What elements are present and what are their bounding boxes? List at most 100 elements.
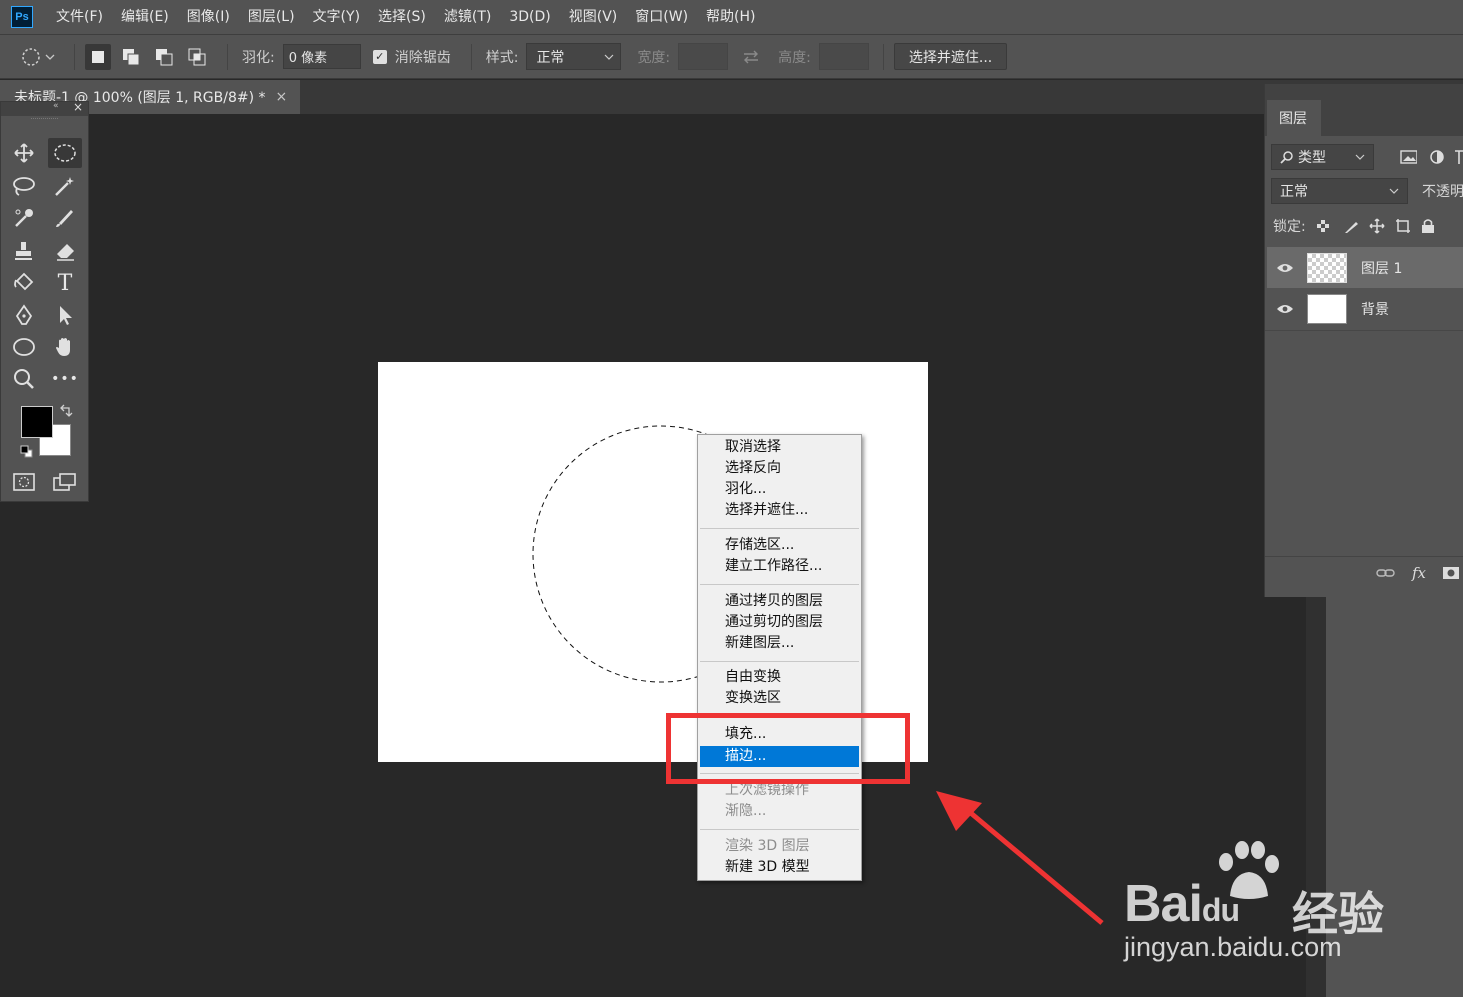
subtract-from-selection-button[interactable]	[151, 44, 177, 70]
menu-type[interactable]: 文字(Y)	[304, 0, 369, 34]
lasso-icon	[13, 177, 35, 196]
chevron-down-icon	[605, 54, 614, 60]
menu-item-layer-via-cut[interactable]: 通过剪切的图层	[700, 612, 859, 633]
menu-item-new-layer[interactable]: 新建图层...	[700, 633, 859, 654]
layer-name[interactable]: 图层 1	[1361, 258, 1402, 278]
menu-item-new-3d-extrusion[interactable]: 新建 3D 模型	[700, 857, 859, 878]
menu-item-free-transform[interactable]: 自由变换	[700, 667, 859, 688]
menu-item-transform-selection[interactable]: 变换选区	[700, 688, 859, 709]
layer-filter-row: 类型	[1265, 144, 1463, 170]
visibility-toggle[interactable]	[1267, 262, 1303, 274]
add-to-selection-button[interactable]	[118, 44, 144, 70]
visibility-toggle[interactable]	[1267, 303, 1303, 315]
menu-help[interactable]: 帮助(H)	[697, 0, 764, 34]
close-panel-icon[interactable]: ×	[73, 100, 83, 114]
baidu-jingyan-watermark: Baidu 经验 jingyan.baidu.com	[1120, 840, 1420, 990]
screen-mode-icon	[53, 473, 76, 491]
ellipse-tool[interactable]	[7, 332, 41, 362]
tools-panel-header: « ×	[1, 100, 88, 116]
menu-window[interactable]: 窗口(W)	[626, 0, 697, 34]
default-colors-icon	[20, 445, 33, 458]
path-selection-tool[interactable]	[48, 300, 82, 330]
pen-tool[interactable]	[7, 300, 41, 330]
menu-item-save-selection[interactable]: 存储选区...	[700, 535, 859, 556]
chevron-down-icon	[1389, 188, 1399, 194]
filter-kind-select[interactable]: 类型	[1271, 144, 1374, 170]
lasso-tool[interactable]	[7, 171, 41, 201]
divider	[882, 43, 884, 70]
brush-tool[interactable]	[48, 203, 82, 233]
filter-kind-label: 类型	[1298, 150, 1326, 166]
menu-view[interactable]: 视图(V)	[560, 0, 627, 34]
feather-input[interactable]: 0 像素	[282, 44, 361, 69]
menu-item-fade: 渐隐...	[725, 803, 767, 819]
more-tools-icon[interactable]: •••	[48, 364, 82, 394]
height-input[interactable]	[818, 43, 869, 70]
select-and-mask-button[interactable]: 选择并遮住...	[893, 43, 1008, 70]
stamp-icon	[15, 242, 32, 260]
menu-item-select-inverse[interactable]: 选择反向	[700, 458, 859, 479]
menu-item-feather[interactable]: 羽化...	[700, 479, 859, 500]
add-selection-icon	[123, 48, 140, 65]
close-tab-icon[interactable]: ×	[276, 89, 288, 105]
clone-stamp-tool[interactable]	[7, 236, 41, 266]
width-label: 宽度:	[637, 49, 671, 66]
hand-tool[interactable]	[48, 332, 82, 362]
new-selection-button[interactable]	[85, 43, 111, 70]
layer-row-layer1[interactable]: 图层 1	[1267, 247, 1463, 288]
menu-layer[interactable]: 图层(L)	[239, 0, 304, 34]
width-input[interactable]	[678, 43, 729, 70]
screen-mode-button[interactable]	[48, 467, 82, 497]
menu-file[interactable]: 文件(F)	[47, 0, 112, 34]
watermark-url: jingyan.baidu.com	[1124, 932, 1342, 962]
panel-grip	[31, 118, 58, 124]
subtract-selection-icon	[156, 48, 173, 65]
tab-layers[interactable]: 图层	[1267, 100, 1321, 136]
eraser-icon	[57, 244, 74, 261]
magic-wand-tool[interactable]	[48, 171, 82, 201]
type-tool[interactable]: T	[48, 268, 82, 298]
menu-bar: Ps 文件(F) 编辑(E) 图像(I) 图层(L) 文字(Y) 选择(S) 滤…	[0, 0, 1463, 34]
menu-filter[interactable]: 滤镜(T)	[435, 0, 500, 34]
zoom-tool[interactable]	[7, 364, 41, 394]
adjustment-filter-icon	[1430, 150, 1444, 164]
collapse-panel-icon[interactable]: «	[53, 101, 59, 111]
menu-3d[interactable]: 3D(D)	[500, 0, 559, 34]
blend-opacity-row: 正常 不透明	[1265, 178, 1463, 204]
layer-style-fx-button[interactable]: fx	[1412, 564, 1426, 582]
swap-dimensions-button[interactable]	[728, 49, 774, 65]
menu-item-layer-via-copy[interactable]: 通过拷贝的图层	[700, 591, 859, 612]
photoshop-logo: Ps	[11, 6, 33, 28]
eyedropper-tool[interactable]	[7, 203, 41, 233]
antialias-checkbox[interactable]: ✓	[372, 49, 387, 64]
eraser-tool[interactable]	[48, 236, 82, 266]
tool-preset-picker[interactable]	[14, 42, 64, 72]
menu-image[interactable]: 图像(I)	[178, 0, 239, 34]
lock-position-icon	[1369, 218, 1385, 234]
blend-mode-value: 正常	[1280, 184, 1308, 200]
context-menu: 取消选择 选择反向 羽化... 选择并遮住... 存储选区... 建立工作路径.…	[697, 434, 862, 881]
menu-item-select-and-mask[interactable]: 选择并遮住...	[700, 500, 859, 521]
layer-row-background[interactable]: 背景	[1267, 288, 1463, 329]
elliptical-marquee-tool[interactable]	[48, 138, 82, 168]
feather-label: 羽化:	[242, 49, 275, 66]
menu-item-deselect[interactable]: 取消选择	[700, 437, 859, 458]
quick-mask-button[interactable]	[7, 467, 41, 497]
style-select[interactable]: 正常	[526, 43, 622, 70]
ellipse-icon	[13, 338, 35, 356]
elliptical-marquee-icon	[22, 47, 55, 66]
menu-edit[interactable]: 编辑(E)	[112, 0, 178, 34]
annotation-highlight-box	[666, 713, 910, 784]
layer-name[interactable]: 背景	[1361, 299, 1389, 319]
blend-mode-select[interactable]: 正常	[1271, 178, 1408, 204]
move-tool[interactable]	[7, 138, 41, 168]
foreground-color-swatch[interactable]	[21, 406, 53, 438]
paint-bucket-tool[interactable]	[7, 268, 41, 298]
link-layers-icon	[1376, 568, 1395, 577]
intersect-selection-button[interactable]	[184, 44, 210, 70]
panel-header-strip	[1265, 84, 1463, 100]
intersect-selection-icon	[188, 48, 206, 65]
eye-icon	[1277, 304, 1293, 313]
menu-select[interactable]: 选择(S)	[369, 0, 435, 34]
menu-item-make-work-path[interactable]: 建立工作路径...	[700, 556, 859, 577]
